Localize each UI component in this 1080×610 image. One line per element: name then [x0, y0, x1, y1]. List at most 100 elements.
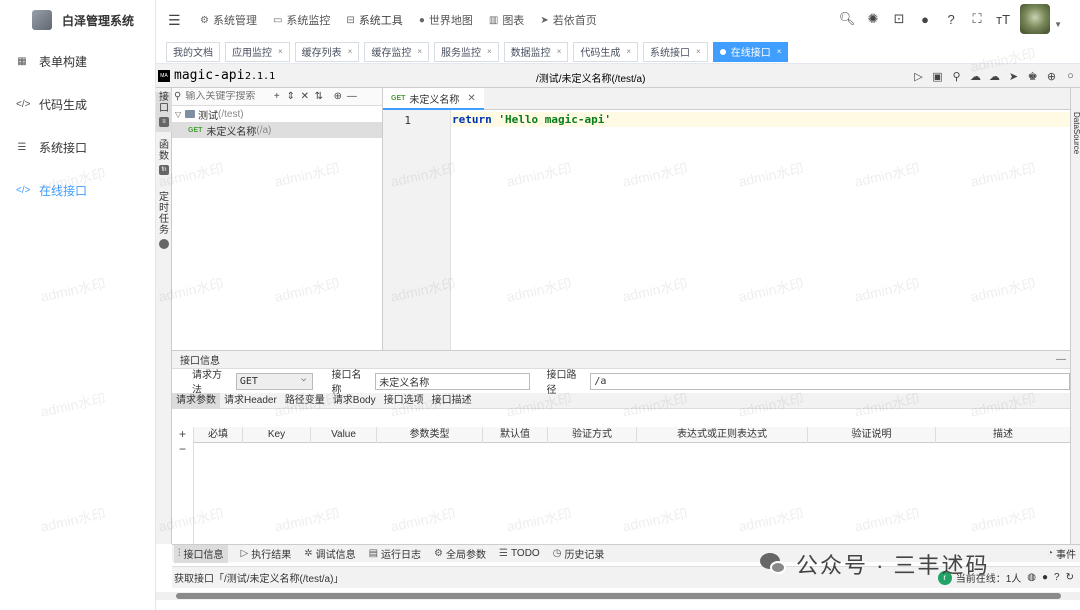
code-line[interactable]: return 'Hello magic-api' — [452, 113, 611, 126]
tab-events[interactable]: ◔ 事件 — [1047, 545, 1076, 563]
tag-label: 数据监控 — [510, 48, 551, 59]
robot-icon[interactable]: ⊡ — [886, 4, 912, 34]
chevron-down-icon[interactable]: ▼ — [1054, 20, 1062, 29]
nav-menu-system-manage[interactable]: ⚙ 系统管理 — [200, 12, 257, 28]
github-icon[interactable]: ● — [912, 4, 938, 34]
collapse-icon[interactable]: ✕ — [298, 91, 311, 102]
openai-icon[interactable]: ✺ — [860, 4, 886, 34]
help-icon[interactable]: ? — [938, 4, 964, 34]
locate-icon[interactable]: ⊕ — [331, 91, 344, 102]
user-icon[interactable]: ◍ — [1027, 572, 1036, 583]
close-icon[interactable]: × — [626, 47, 631, 56]
tag-app-monitor[interactable]: 应用监控 × — [225, 41, 290, 62]
nav-menu-system-monitor[interactable]: ▭ 系统监控 — [273, 12, 330, 28]
expand-icon[interactable]: ⇕ — [284, 91, 297, 102]
close-icon[interactable]: × — [487, 47, 492, 56]
tag-server-monitor[interactable]: 服务监控 × — [434, 41, 499, 62]
nav-menu-label: 系统管理 — [212, 15, 257, 27]
tree-search-input[interactable] — [185, 91, 270, 102]
top-navbar: ☰ ⚙ 系统管理 ▭ 系统监控 ⊟ 系统工具 ● 世界地图 ▥ 图表 ➤ 若依首页 🔍︎ ✺… — [156, 0, 1080, 40]
tab-path-variables[interactable]: 路径变量 — [281, 393, 329, 408]
close-icon[interactable]: × — [777, 47, 782, 56]
tab-run-log[interactable]: ▤ 运行日志 — [369, 545, 421, 563]
tag-system-api[interactable]: 系统接口 × — [643, 41, 708, 62]
tab-api-options[interactable]: 接口选项 — [380, 393, 428, 408]
refresh-icon[interactable]: ↻ — [1066, 572, 1074, 583]
close-icon[interactable]: × — [278, 47, 283, 56]
sidebar-item-form-builder[interactable]: ▦ 表单构建 — [0, 40, 155, 83]
tab-debug-info[interactable]: ✲ 调试信息 — [304, 545, 355, 563]
nav-menu-charts[interactable]: ▥ 图表 — [489, 12, 524, 28]
hamburger-icon[interactable]: ☰ — [168, 12, 186, 29]
api-tree-panel: ⚲ + ⇕ ✕ ⇅ ⊕ — ▽ 测试(/test) GET 未定义名称(/a) — [172, 88, 383, 350]
save-icon[interactable]: ▣ — [928, 66, 947, 86]
settings-icon[interactable]: ○ — [1061, 66, 1080, 86]
table-icon: ▦ — [17, 56, 27, 67]
table-header: 必填 Key Value 参数类型 默认值 验证方式 表达式或正则表达式 验证说… — [194, 427, 1070, 443]
font-size-icon[interactable]: тT — [990, 4, 1016, 34]
column-header: 验证方式 — [548, 427, 637, 443]
tab-request-body[interactable]: 请求Body — [329, 393, 380, 408]
fullscreen-icon[interactable]: ⛶ — [964, 4, 990, 34]
tab-api-description[interactable]: 接口描述 — [428, 393, 476, 408]
run-icon[interactable]: ▷ — [909, 66, 928, 86]
app-logo[interactable]: 白泽管理系统 — [0, 0, 155, 40]
tab-request-params[interactable]: 请求参数 — [172, 393, 220, 408]
tab-api-info[interactable]: ⫶ 接口信息 — [174, 544, 228, 563]
sidebar-item-code-gen[interactable]: </> 代码生成 — [0, 83, 155, 126]
vtab-api[interactable]: 接口 ≡ — [156, 92, 172, 132]
download-icon[interactable]: ☁ — [985, 66, 1004, 86]
vtab-scheduled-task[interactable]: 定时任务 — [156, 192, 172, 254]
upload-icon[interactable]: ☁ — [966, 66, 985, 86]
tag-online-api[interactable]: 在线接口 × — [712, 41, 789, 62]
add-group-icon[interactable]: + — [270, 91, 283, 102]
skin-icon[interactable]: ♚ — [1023, 66, 1042, 86]
add-row-icon[interactable]: + — [172, 427, 193, 442]
api-name-input[interactable]: 未定义名称 — [375, 372, 530, 390]
scrollbar-thumb[interactable] — [176, 593, 1061, 599]
help-icon[interactable]: ? — [1054, 572, 1060, 583]
editor-tab[interactable]: GET 未定义名称 ✕ — [383, 88, 484, 110]
tag-cache-list[interactable]: 缓存列表 × — [294, 41, 360, 62]
horizontal-scrollbar[interactable] — [156, 592, 1080, 600]
vtab-function[interactable]: 函数 fn — [156, 140, 172, 180]
close-icon[interactable]: × — [348, 47, 353, 56]
close-icon[interactable]: × — [417, 47, 422, 56]
sidebar-item-system-api[interactable]: ☰ 系统接口 — [0, 126, 155, 169]
globe-icon[interactable]: ⊕ — [1042, 66, 1061, 86]
minimize-icon[interactable]: — — [1056, 354, 1066, 365]
tab-todo[interactable]: ☰ TODO — [499, 545, 540, 563]
tab-history[interactable]: ◷ 历史记录 — [553, 545, 605, 563]
tag-my-docs[interactable]: 我的文档 — [166, 41, 220, 62]
push-icon[interactable]: ➤ — [1004, 66, 1023, 86]
bottom-tab-label: 全局参数 — [446, 550, 487, 561]
sidebar-item-online-api[interactable]: </> 在线接口 — [0, 169, 155, 212]
sort-icon[interactable]: ⇅ — [312, 91, 325, 102]
tree-group[interactable]: ▽ 测试 (/test) — [172, 106, 382, 122]
tab-run-result[interactable]: ▷ 执行结果 — [241, 545, 292, 563]
method-select[interactable]: GET ⌵ — [235, 372, 314, 390]
search-icon[interactable]: 🔍︎ — [834, 4, 860, 34]
tag-code-gen[interactable]: 代码生成 × — [573, 41, 639, 62]
api-path-input[interactable]: /a — [590, 372, 1071, 390]
tab-global-params[interactable]: ⚙ 全局参数 — [434, 545, 486, 563]
nav-menu-system-tools[interactable]: ⊟ 系统工具 — [346, 12, 402, 28]
github-icon[interactable]: ● — [1042, 572, 1048, 583]
tab-request-header[interactable]: 请求Header — [220, 393, 281, 408]
remove-row-icon[interactable]: − — [172, 442, 193, 457]
tree-api-item[interactable]: GET 未定义名称 (/a) — [172, 122, 382, 138]
tag-data-monitor[interactable]: 数据监控 × — [503, 41, 569, 62]
close-icon[interactable]: ✕ — [467, 93, 475, 104]
search-icon[interactable]: ⚲ — [947, 66, 966, 86]
nav-menu-world-map[interactable]: ● 世界地图 — [419, 12, 473, 28]
minimize-icon[interactable]: — — [345, 91, 358, 102]
editor-tabs: GET 未定义名称 ✕ — [383, 88, 1070, 110]
close-icon[interactable]: × — [696, 47, 701, 56]
nav-menu-label: 世界地图 — [428, 15, 473, 27]
datasource-tab[interactable]: DataSource — [1071, 112, 1080, 154]
tag-cache-monitor[interactable]: 缓存监控 × — [364, 41, 430, 62]
avatar[interactable] — [1020, 4, 1051, 34]
close-icon[interactable]: × — [557, 47, 562, 56]
sidebar-item-label: 代码生成 — [39, 98, 88, 112]
nav-menu-ruoyi-home[interactable]: ➤ 若依首页 — [540, 12, 596, 28]
